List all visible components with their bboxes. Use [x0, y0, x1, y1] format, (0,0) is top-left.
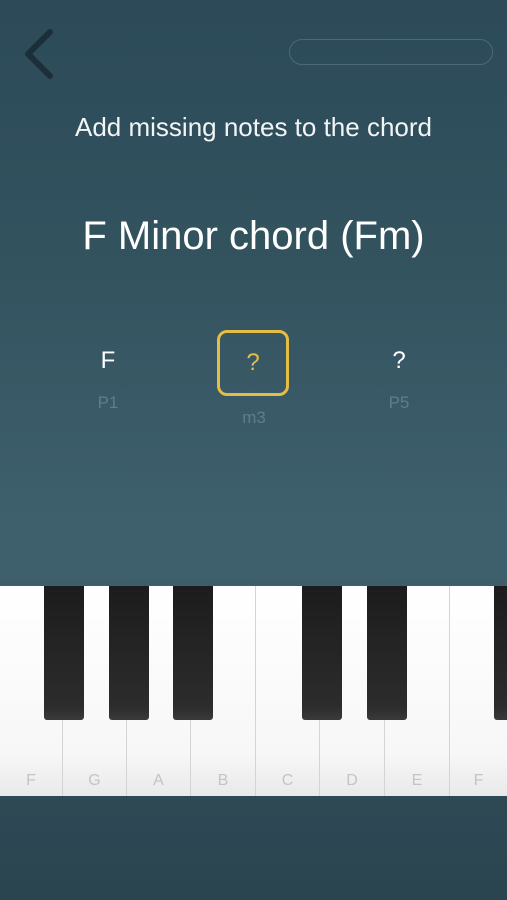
- black-key-g-sharp[interactable]: [109, 586, 149, 720]
- black-key-f-sharp-high[interactable]: [494, 586, 507, 720]
- black-key-f-sharp[interactable]: [44, 586, 84, 720]
- note-name: F: [100, 347, 116, 374]
- interval-label: m3: [242, 408, 266, 427]
- black-key-c-sharp[interactable]: [302, 586, 342, 720]
- piano-keyboard: F G A B C D E F: [0, 586, 507, 796]
- chord-title: F Minor chord (Fm): [82, 214, 425, 258]
- key-label: E: [411, 772, 423, 789]
- interval-label: P1: [97, 393, 119, 412]
- chevron-left-icon: [25, 29, 53, 79]
- black-key-d-sharp[interactable]: [367, 586, 407, 720]
- chord-note-root: F P1: [48, 345, 168, 413]
- missing-note-slot-third[interactable]: ?: [217, 330, 289, 396]
- instruction-text: Add missing notes to the chord: [75, 112, 432, 142]
- note-name: ?: [392, 347, 406, 374]
- key-label: C: [281, 772, 294, 789]
- key-label: F: [26, 772, 36, 789]
- chord-note-fifth[interactable]: ? P5: [339, 345, 459, 413]
- progress-bar: [289, 39, 493, 65]
- black-key-a-sharp[interactable]: [173, 586, 213, 720]
- key-label: G: [88, 772, 101, 789]
- key-label: A: [153, 772, 164, 789]
- key-label: D: [346, 772, 358, 789]
- back-button[interactable]: [18, 26, 62, 82]
- key-label: F: [473, 772, 484, 789]
- key-label: B: [217, 772, 229, 789]
- interval-label: P5: [388, 393, 410, 412]
